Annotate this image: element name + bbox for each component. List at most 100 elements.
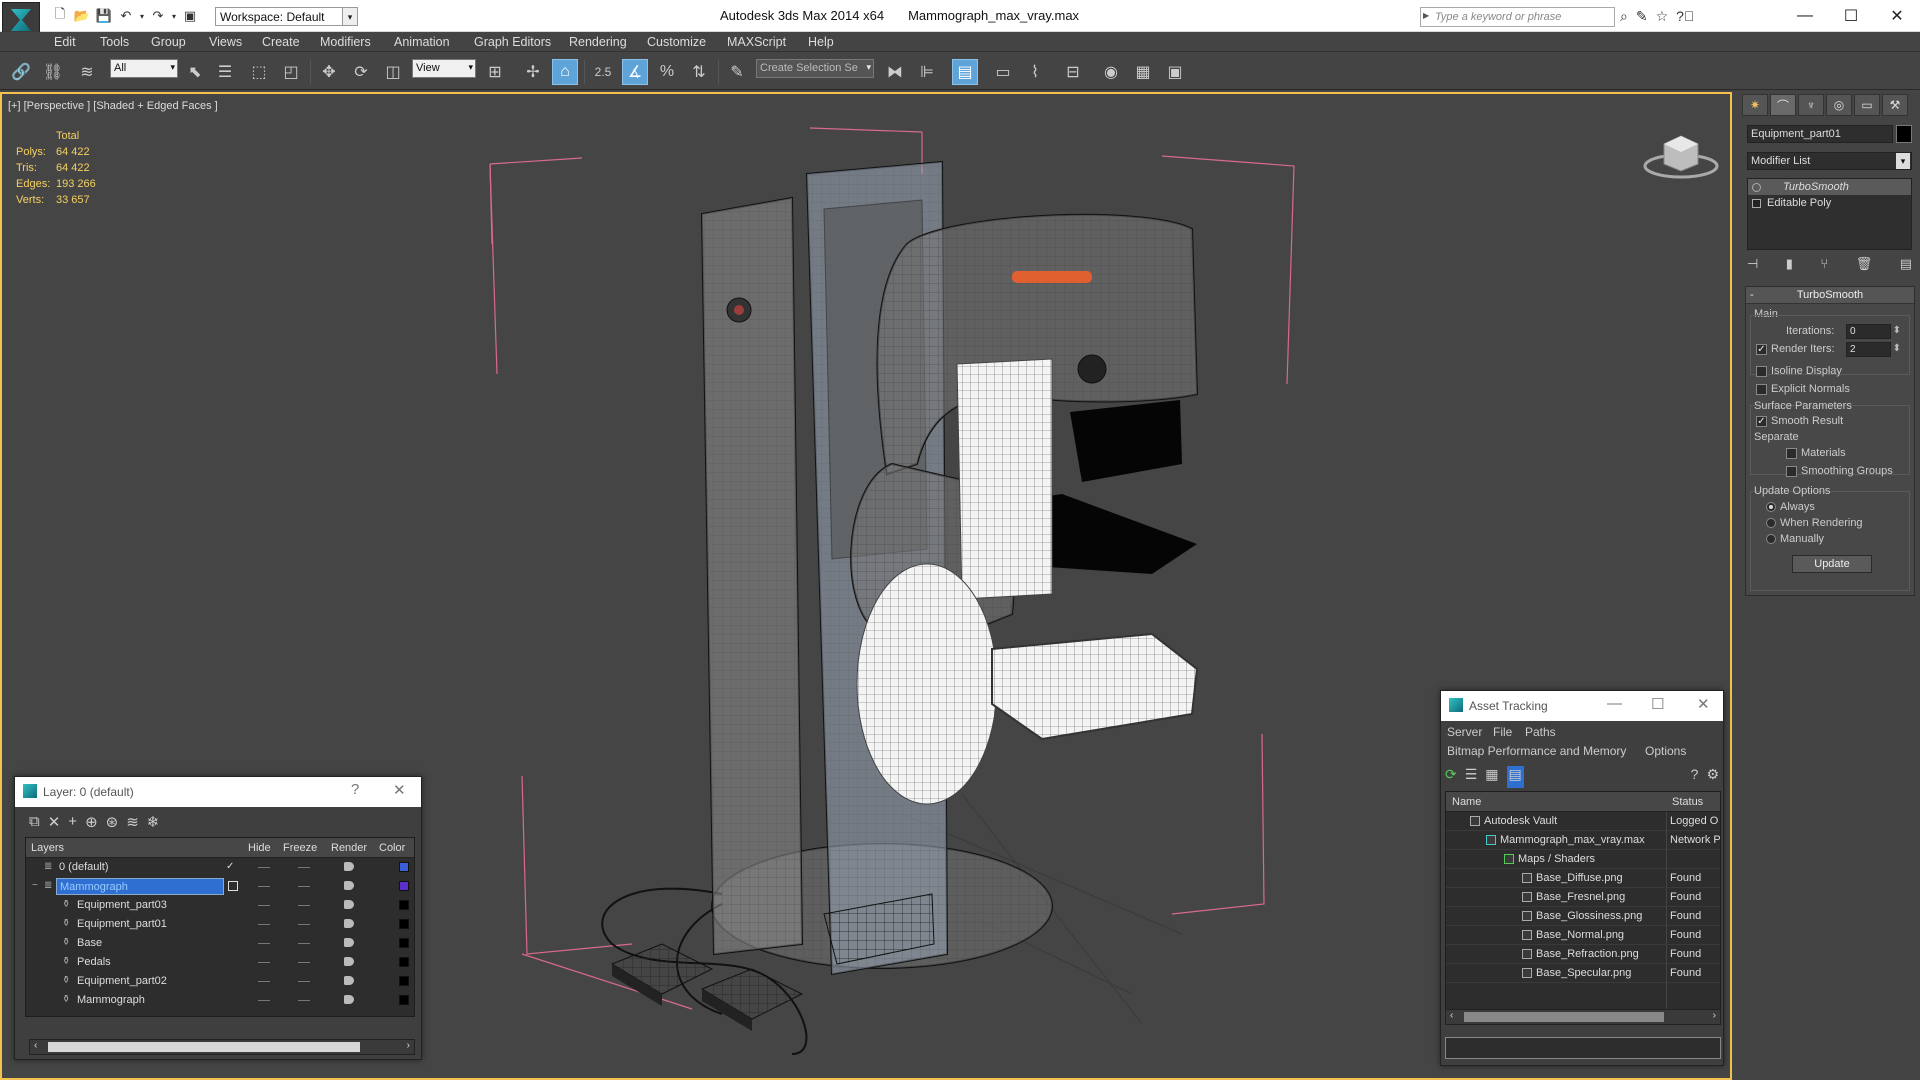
menu-group[interactable]: Group bbox=[151, 35, 186, 49]
scroll-thumb[interactable] bbox=[1464, 1012, 1664, 1022]
scroll-right-icon[interactable]: › bbox=[1713, 1010, 1716, 1021]
selection-filter-select[interactable]: All ▾ bbox=[110, 59, 178, 78]
layer-row[interactable]: ⚱ Mammograph bbox=[26, 991, 414, 1010]
scroll-thumb[interactable] bbox=[48, 1042, 360, 1052]
menu-customize[interactable]: Customize bbox=[647, 35, 706, 49]
render-teapot-icon[interactable] bbox=[344, 919, 354, 928]
hide-all-layers-icon[interactable]: ≋ bbox=[126, 813, 139, 831]
hide-toggle[interactable] bbox=[258, 886, 270, 887]
menu-tools[interactable]: Tools bbox=[100, 35, 129, 49]
workspace-menu-button[interactable]: ▾ bbox=[342, 7, 358, 26]
menu-bitmap-performance[interactable]: Bitmap Performance and Memory bbox=[1447, 744, 1626, 758]
layer-color-swatch[interactable] bbox=[399, 900, 409, 910]
stack-item-editable-poly[interactable]: Editable Poly bbox=[1748, 195, 1911, 211]
freeze-toggle[interactable] bbox=[298, 981, 310, 982]
bind-space-warp-icon[interactable]: ≋ bbox=[74, 59, 100, 85]
menu-graph-editors[interactable]: Graph Editors bbox=[474, 35, 551, 49]
spinner-snap-icon[interactable]: ⇅ bbox=[686, 59, 712, 85]
menu-paths[interactable]: Paths bbox=[1525, 725, 1556, 739]
undo-icon[interactable]: ↶ bbox=[116, 7, 136, 25]
isoline-checkbox[interactable] bbox=[1756, 365, 1767, 377]
select-manipulate-icon[interactable]: ✢ bbox=[520, 59, 546, 85]
smooth-result-checkbox[interactable]: ✓ bbox=[1756, 415, 1767, 427]
col-render[interactable]: Render bbox=[331, 842, 367, 854]
asset-row[interactable]: Base_Diffuse.png Found bbox=[1446, 869, 1720, 888]
motion-tab-icon[interactable]: ◎ bbox=[1826, 94, 1852, 116]
freeze-toggle[interactable] bbox=[298, 867, 310, 868]
help-icon[interactable]: ? bbox=[1691, 766, 1699, 788]
hide-toggle[interactable] bbox=[258, 905, 270, 906]
asset-row[interactable]: Maps / Shaders bbox=[1446, 850, 1720, 869]
help-icon[interactable]: ?⃝ bbox=[1676, 8, 1694, 25]
render-setup-icon[interactable]: ▦ bbox=[1130, 59, 1156, 85]
materials-checkbox[interactable] bbox=[1786, 447, 1797, 459]
lightbulb-icon[interactable] bbox=[1752, 182, 1761, 192]
when-rendering-radio[interactable] bbox=[1766, 518, 1776, 528]
smoothing-groups-checkbox[interactable] bbox=[1786, 465, 1797, 477]
layer-color-swatch[interactable] bbox=[399, 976, 409, 986]
menu-create[interactable]: Create bbox=[262, 35, 300, 49]
freeze-toggle[interactable] bbox=[298, 962, 310, 963]
render-teapot-icon[interactable] bbox=[344, 995, 354, 1004]
hide-toggle[interactable] bbox=[258, 1000, 270, 1001]
manually-radio[interactable] bbox=[1766, 534, 1776, 544]
binoculars-icon[interactable]: ⌕ bbox=[1620, 8, 1628, 25]
freeze-toggle[interactable] bbox=[298, 943, 310, 944]
close-icon[interactable]: ✕ bbox=[1697, 695, 1710, 713]
freeze-toggle[interactable] bbox=[298, 924, 310, 925]
select-and-move-icon[interactable]: ✥ bbox=[316, 59, 342, 85]
hide-toggle[interactable] bbox=[258, 867, 270, 868]
asset-horizontal-scrollbar[interactable]: ‹ › bbox=[1445, 1009, 1721, 1025]
make-unique-icon[interactable]: ⑂ bbox=[1820, 256, 1828, 278]
freeze-toggle[interactable] bbox=[298, 1000, 310, 1001]
help-icon[interactable]: ? bbox=[351, 781, 359, 798]
asset-row[interactable]: Base_Normal.png Found bbox=[1446, 926, 1720, 945]
col-status[interactable]: Status bbox=[1672, 796, 1703, 808]
select-and-rotate-icon[interactable]: ⟳ bbox=[348, 59, 374, 85]
project-folder-icon[interactable]: ▣ bbox=[180, 7, 200, 25]
rectangular-selection-icon[interactable]: ⬚ bbox=[246, 59, 272, 85]
menu-rendering[interactable]: Rendering bbox=[569, 35, 627, 49]
select-and-scale-icon[interactable]: ◫ bbox=[380, 59, 406, 85]
minimize-button[interactable]: — bbox=[1782, 0, 1828, 32]
freeze-toggle[interactable] bbox=[298, 886, 310, 887]
pin-stack-icon[interactable]: ⊣ bbox=[1747, 256, 1758, 278]
layer-color-swatch[interactable] bbox=[399, 919, 409, 929]
stack-item-turbosmooth[interactable]: TurboSmooth bbox=[1748, 179, 1911, 195]
collapse-minus-icon[interactable]: − bbox=[32, 881, 42, 891]
menu-modifiers[interactable]: Modifiers bbox=[320, 35, 371, 49]
maximize-icon[interactable]: ☐ bbox=[1651, 695, 1664, 713]
edit-named-selection-icon[interactable]: ✎ bbox=[724, 59, 750, 85]
layer-color-swatch[interactable] bbox=[399, 881, 409, 891]
layer-row[interactable]: ⚱ Pedals bbox=[26, 953, 414, 972]
redo-icon[interactable]: ↷ bbox=[148, 7, 168, 25]
configure-modifier-sets-icon[interactable]: ▤ bbox=[1900, 256, 1912, 278]
create-layer-icon[interactable]: ⧉ bbox=[29, 813, 40, 831]
display-tab-icon[interactable]: ▭ bbox=[1854, 94, 1880, 116]
named-selection-sets-select[interactable]: Create Selection Se ▾ bbox=[756, 59, 874, 78]
close-icon[interactable]: ✕ bbox=[393, 781, 406, 799]
iterations-spinner[interactable]: 0 bbox=[1846, 324, 1901, 339]
layer-row[interactable]: ⚱ Equipment_part01 bbox=[26, 915, 414, 934]
menu-views[interactable]: Views bbox=[209, 35, 242, 49]
menu-maxscript[interactable]: MAXScript bbox=[727, 35, 786, 49]
layer-row[interactable]: ⚱ Equipment_part03 bbox=[26, 896, 414, 915]
viewcube-icon[interactable] bbox=[1642, 126, 1720, 181]
active-layer-box-icon[interactable] bbox=[228, 881, 238, 891]
layer-row[interactable]: ≣ 0 (default) ✓ bbox=[26, 858, 414, 877]
utilities-tab-hammer-icon[interactable]: ⚒ bbox=[1882, 94, 1908, 116]
mirror-icon[interactable]: ⧓ bbox=[882, 59, 908, 85]
asset-row[interactable]: Autodesk Vault Logged O bbox=[1446, 812, 1720, 831]
asset-path-field[interactable] bbox=[1445, 1037, 1721, 1059]
render-iters-checkbox[interactable]: ✓ bbox=[1756, 343, 1767, 355]
select-object-icon[interactable]: ⬉ bbox=[182, 59, 208, 85]
help-search-input[interactable]: Type a keyword or phrase bbox=[1420, 7, 1615, 27]
scroll-left-icon[interactable]: ‹ bbox=[34, 1040, 37, 1051]
layer-horizontal-scrollbar[interactable]: ‹ › bbox=[29, 1039, 415, 1055]
render-teapot-icon[interactable] bbox=[344, 976, 354, 985]
favorites-star-icon[interactable]: ☆ bbox=[1656, 8, 1669, 25]
modify-tab-icon[interactable]: ⌒ bbox=[1770, 94, 1796, 116]
hierarchy-tab-icon[interactable]: ♆ bbox=[1798, 94, 1824, 116]
minimize-icon[interactable]: — bbox=[1607, 695, 1622, 712]
col-freeze[interactable]: Freeze bbox=[283, 842, 317, 854]
